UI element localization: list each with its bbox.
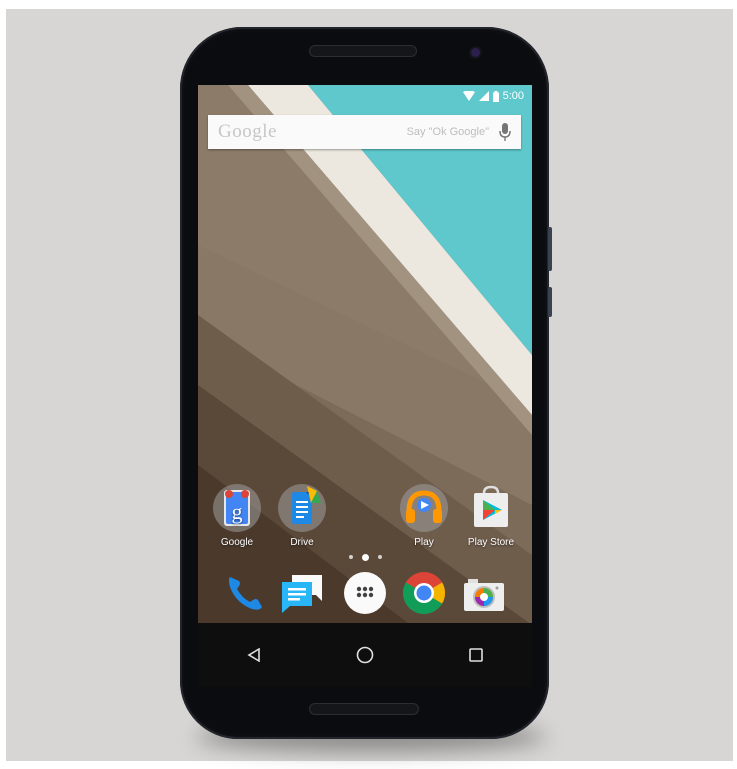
messenger-icon[interactable] [278, 569, 326, 617]
wifi-icon [462, 91, 475, 101]
google-logo: Google [218, 121, 277, 142]
chrome-icon[interactable] [400, 569, 448, 617]
play-icon [399, 483, 449, 533]
front-camera [471, 48, 480, 57]
page-dot [348, 555, 353, 559]
app-label: Play [414, 537, 434, 548]
app-google[interactable]: g Google [202, 483, 272, 548]
bottom-speaker [309, 703, 419, 715]
phone-screen: 5:00 Google Say "Ok Google" g Google Dri… [198, 85, 532, 687]
page-indicator [198, 551, 532, 563]
page-dot [377, 555, 382, 559]
camera-icon[interactable] [460, 569, 508, 617]
page-dot-active [361, 553, 369, 561]
clock: 5:00 [502, 90, 524, 102]
app-label: Drive [290, 537, 314, 548]
power-button[interactable] [548, 287, 552, 317]
google-search-bar[interactable]: Google Say "Ok Google" [208, 115, 521, 149]
phone-icon[interactable] [220, 569, 268, 617]
voice-search-hint: Say "Ok Google" [406, 126, 489, 138]
status-bar: 5:00 [198, 85, 532, 107]
svg-text:g: g [232, 499, 243, 524]
app-play-store[interactable]: Play Store [456, 483, 526, 548]
volume-button[interactable] [548, 227, 552, 271]
phone-body: 5:00 Google Say "Ok Google" g Google Dri… [180, 27, 552, 739]
app-label: Google [220, 537, 254, 548]
navigation-bar [198, 623, 532, 687]
battery-icon [492, 90, 499, 102]
back-icon[interactable] [234, 635, 274, 675]
app-drive[interactable]: Drive [267, 483, 337, 548]
microphone-icon[interactable] [499, 123, 511, 141]
play-store-icon [466, 483, 516, 533]
recents-icon[interactable] [456, 635, 496, 675]
app-label: Play Store [467, 537, 515, 548]
drive-icon [277, 483, 327, 533]
home-icon[interactable] [345, 635, 385, 675]
signal-icon [478, 91, 489, 101]
app-drawer-icon[interactable] [341, 569, 389, 617]
earpiece-speaker [309, 45, 417, 57]
google-search-icon: g [212, 483, 262, 533]
app-play[interactable]: Play [389, 483, 459, 548]
